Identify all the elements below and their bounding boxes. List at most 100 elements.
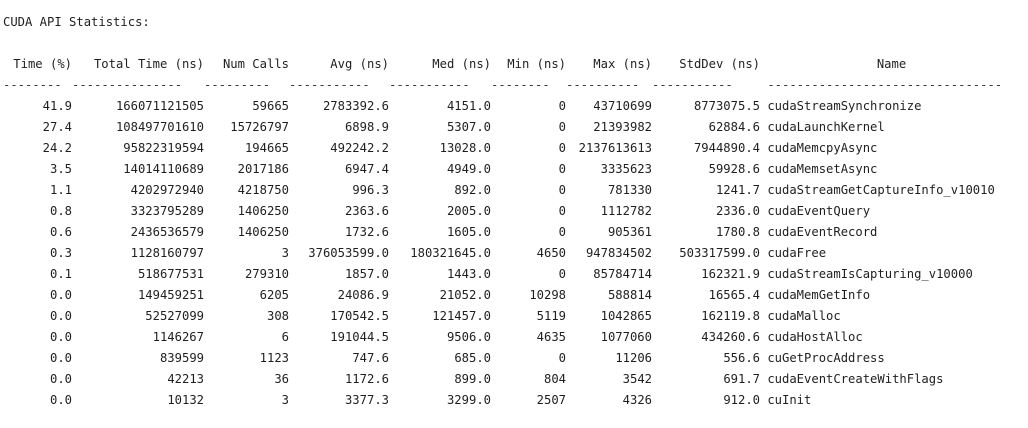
cell-num-calls: 3 xyxy=(281,246,289,260)
cuda-api-stats-table: Time (%) Total Time (ns) Num Calls Avg (… xyxy=(3,54,1023,411)
cell-stddev: 162321.9 xyxy=(701,267,760,281)
cell-total-time: 2436536579 xyxy=(130,225,204,239)
table-row: 24.2 95822319594 194665 492242.2 13028.0 0 213… xyxy=(3,138,1023,159)
cell-max: 588814 xyxy=(607,288,652,302)
cell-min: 804 xyxy=(543,372,566,386)
table-row: 0.8 3323795289 1406250 2363.6 2005.0 0 1112782… xyxy=(3,201,1023,222)
cell-avg: 1732.6 xyxy=(344,225,389,239)
cell-total-time: 108497701610 xyxy=(115,120,204,134)
separator: ---------- xyxy=(566,78,640,92)
header-row: Time (%) Total Time (ns) Num Calls Avg (… xyxy=(3,54,1023,75)
cell-max: 947834502 xyxy=(585,246,652,260)
table-row: 0.3 1128160797 3 376053599.0 180321645.0 4650… xyxy=(3,243,1023,264)
separator: ----------- xyxy=(652,78,733,92)
section-heading: CUDA API Statistics: xyxy=(3,15,150,29)
cell-total-time: 149459251 xyxy=(137,288,204,302)
cell-max: 3542 xyxy=(622,372,652,386)
cell-min: 0 xyxy=(558,267,566,281)
cell-time-pct: 41.9 xyxy=(42,99,72,113)
cell-med: 1605.0 xyxy=(446,225,491,239)
cell-max: 11206 xyxy=(615,351,652,365)
cell-max: 905361 xyxy=(607,225,652,239)
cell-med: 2005.0 xyxy=(446,204,491,218)
cell-num-calls: 1406250 xyxy=(237,225,289,239)
cell-total-time: 10132 xyxy=(167,393,204,407)
cell-stddev: 556.6 xyxy=(723,351,760,365)
cell-med: 21052.0 xyxy=(439,288,491,302)
cell-avg: 6898.9 xyxy=(344,120,389,134)
cell-min: 5119 xyxy=(536,309,566,323)
cell-name: cudaMalloc xyxy=(767,309,841,323)
cell-time-pct: 0.1 xyxy=(49,267,72,281)
cell-avg: 1172.6 xyxy=(344,372,389,386)
cell-avg: 170542.5 xyxy=(330,309,389,323)
cell-num-calls: 6 xyxy=(281,330,289,344)
cell-time-pct: 0.8 xyxy=(49,204,72,218)
cell-time-pct: 0.0 xyxy=(49,393,72,407)
cell-time-pct: 3.5 xyxy=(49,162,72,176)
cell-avg: 2363.6 xyxy=(344,204,389,218)
cell-avg: 996.3 xyxy=(352,183,389,197)
cell-num-calls: 3 xyxy=(281,393,289,407)
table-row: 0.0 10132 3 3377.3 3299.0 2507 4326 912.0 cuInit xyxy=(3,390,1023,411)
cell-num-calls: 194665 xyxy=(244,141,289,155)
cell-num-calls: 15726797 xyxy=(230,120,289,134)
cell-med: 899.0 xyxy=(454,372,491,386)
cell-med: 3299.0 xyxy=(446,393,491,407)
cell-avg: 2783392.6 xyxy=(322,99,389,113)
table-row: 27.4 108497701610 15726797 6898.9 5307.0 0 213… xyxy=(3,117,1023,138)
column-header-avg: Avg (ns) xyxy=(330,57,389,71)
cell-max: 1042865 xyxy=(600,309,652,323)
column-header-stddev: StdDev (ns) xyxy=(679,57,760,71)
column-header-time-pct: Time (%) xyxy=(13,57,72,71)
cell-num-calls: 1406250 xyxy=(237,204,289,218)
cell-stddev: 8773075.5 xyxy=(693,99,760,113)
cell-name: cuInit xyxy=(767,393,812,407)
cell-name: cuGetProcAddress xyxy=(767,351,885,365)
cell-time-pct: 0.0 xyxy=(49,330,72,344)
cell-min: 0 xyxy=(558,141,566,155)
cell-num-calls: 279310 xyxy=(244,267,289,281)
cell-total-time: 14014110689 xyxy=(123,162,204,176)
cell-total-time: 839599 xyxy=(159,351,204,365)
cell-time-pct: 24.2 xyxy=(42,141,72,155)
cell-med: 685.0 xyxy=(454,351,491,365)
cell-stddev: 1241.7 xyxy=(715,183,760,197)
cell-med: 5307.0 xyxy=(446,120,491,134)
cell-time-pct: 0.0 xyxy=(49,372,72,386)
cell-total-time: 166071121505 xyxy=(115,99,204,113)
cell-med: 180321645.0 xyxy=(410,246,491,260)
column-header-med: Med (ns) xyxy=(432,57,491,71)
cell-stddev: 2336.0 xyxy=(715,204,760,218)
cell-num-calls: 4218750 xyxy=(237,183,289,197)
cell-avg: 6947.4 xyxy=(344,162,389,176)
cell-stddev: 691.7 xyxy=(723,372,760,386)
cell-max: 3335623 xyxy=(600,162,652,176)
column-header-name: Name xyxy=(876,57,907,71)
separator: --------- xyxy=(204,78,271,92)
separator-row: -------- --------------- --------- -----… xyxy=(3,75,1023,96)
table-row: 0.0 1146267 6 191044.5 9506.0 4635 1077060 4342… xyxy=(3,327,1023,348)
separator: -------- xyxy=(3,78,62,92)
cell-name: cudaLaunchKernel xyxy=(767,120,885,134)
cell-name: cudaStreamIsCapturing_v10000 xyxy=(767,267,973,281)
cell-total-time: 1128160797 xyxy=(130,246,204,260)
table-row: 0.0 149459251 6205 24086.9 21052.0 10298 58881… xyxy=(3,285,1023,306)
cell-max: 1077060 xyxy=(600,330,652,344)
cell-num-calls: 36 xyxy=(274,372,289,386)
cell-avg: 24086.9 xyxy=(337,288,389,302)
cell-time-pct: 0.0 xyxy=(49,288,72,302)
cell-name: cudaEventQuery xyxy=(767,204,871,218)
cell-time-pct: 0.0 xyxy=(49,309,72,323)
cell-time-pct: 0.6 xyxy=(49,225,72,239)
cell-stddev: 16565.4 xyxy=(708,288,760,302)
cell-stddev: 7944890.4 xyxy=(693,141,760,155)
cell-time-pct: 27.4 xyxy=(42,120,72,134)
cell-avg: 492242.2 xyxy=(330,141,389,155)
separator: ----------- xyxy=(389,78,470,92)
cell-min: 2507 xyxy=(536,393,566,407)
cell-name: cudaHostAlloc xyxy=(767,330,863,344)
cell-time-pct: 0.0 xyxy=(49,351,72,365)
cell-max: 1112782 xyxy=(600,204,652,218)
cell-min: 4635 xyxy=(536,330,566,344)
